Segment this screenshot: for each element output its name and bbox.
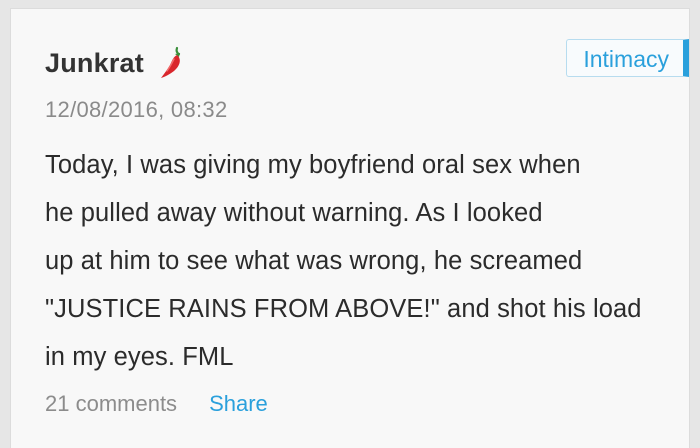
author-name[interactable]: Junkrat [45,48,144,79]
post-header: Junkrat [45,43,184,83]
category-badge[interactable]: Intimacy [566,39,689,77]
share-link[interactable]: Share [209,391,268,417]
story-line: "JUSTICE RAINS FROM ABOVE!" and shot his… [45,295,642,323]
chili-pepper-icon [158,46,184,80]
app-screen: Junkrat 12/08/2016, 08:32 Intimacy Today… [0,0,700,448]
comments-link[interactable]: 21 comments [45,391,177,417]
story-line: up at him to see what was wrong, he scre… [45,247,583,275]
story-line: in my eyes. FML [45,343,234,371]
story-line: he pulled away without warning. As I loo… [45,199,543,227]
post-card: Junkrat 12/08/2016, 08:32 Intimacy Today… [10,8,690,448]
post-footer: 21 comments Share [45,391,268,417]
story-line: Today, I was giving my boyfriend oral se… [45,151,581,179]
post-date: 12/08/2016, 08:32 [45,97,228,122]
story-text: Today, I was giving my boyfriend oral se… [45,141,675,381]
